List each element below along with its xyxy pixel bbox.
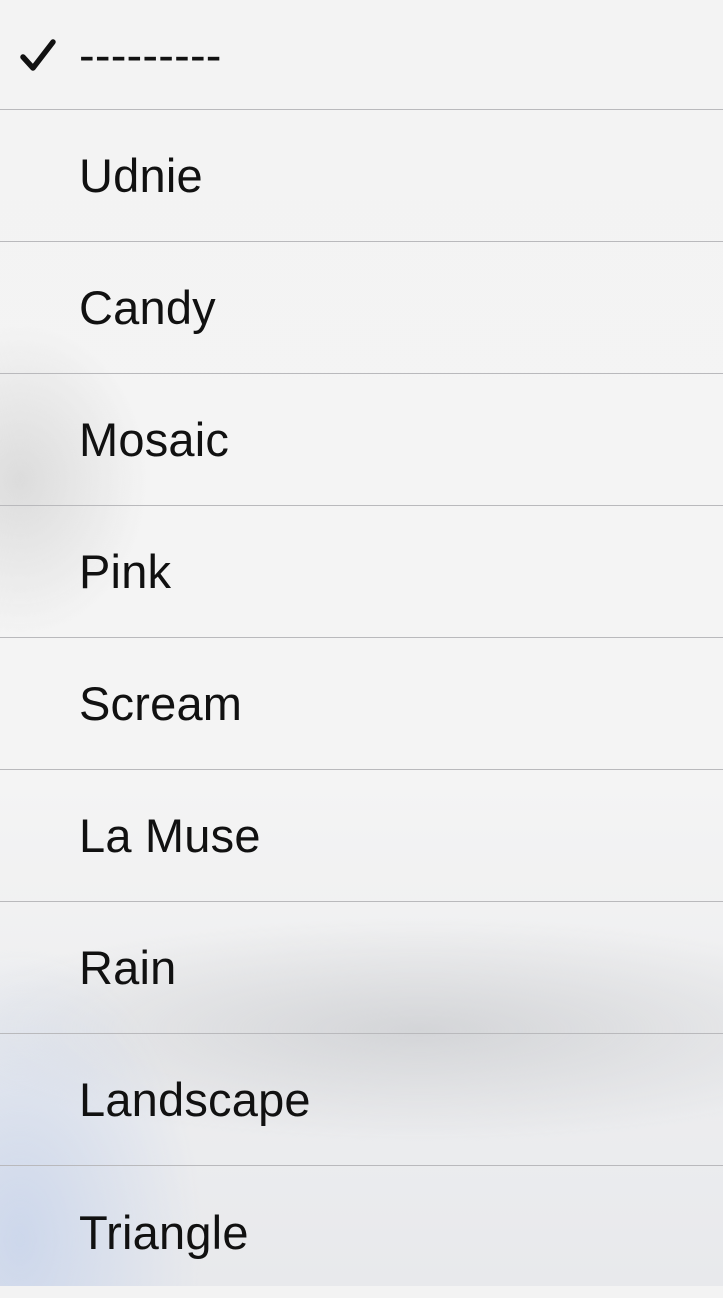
menu-item-label: Rain <box>79 941 177 994</box>
menu-item-triangle[interactable]: Triangle <box>0 1166 723 1298</box>
menu-item-label: Pink <box>79 545 172 598</box>
menu-item-label: Udnie <box>79 149 203 202</box>
menu-item-label: La Muse <box>79 809 261 862</box>
menu-item-scream[interactable]: Scream <box>0 638 723 770</box>
style-menu: --------- Udnie Candy Mosaic Pink Scream… <box>0 0 723 1286</box>
menu-item-label: Scream <box>79 677 243 730</box>
menu-item-udnie[interactable]: Udnie <box>0 110 723 242</box>
menu-item-label: --------- <box>79 28 222 81</box>
menu-item-label: Candy <box>79 281 216 334</box>
menu-item-rain[interactable]: Rain <box>0 902 723 1034</box>
menu-item-label: Landscape <box>79 1073 311 1126</box>
menu-item-la-muse[interactable]: La Muse <box>0 770 723 902</box>
menu-item-landscape[interactable]: Landscape <box>0 1034 723 1166</box>
menu-item-candy[interactable]: Candy <box>0 242 723 374</box>
menu-item-label: Mosaic <box>79 413 230 466</box>
menu-item-pink[interactable]: Pink <box>0 506 723 638</box>
menu-item-label: Triangle <box>79 1205 249 1259</box>
menu-item-none[interactable]: --------- <box>0 0 723 110</box>
menu-item-mosaic[interactable]: Mosaic <box>0 374 723 506</box>
checkmark-icon <box>18 35 58 75</box>
